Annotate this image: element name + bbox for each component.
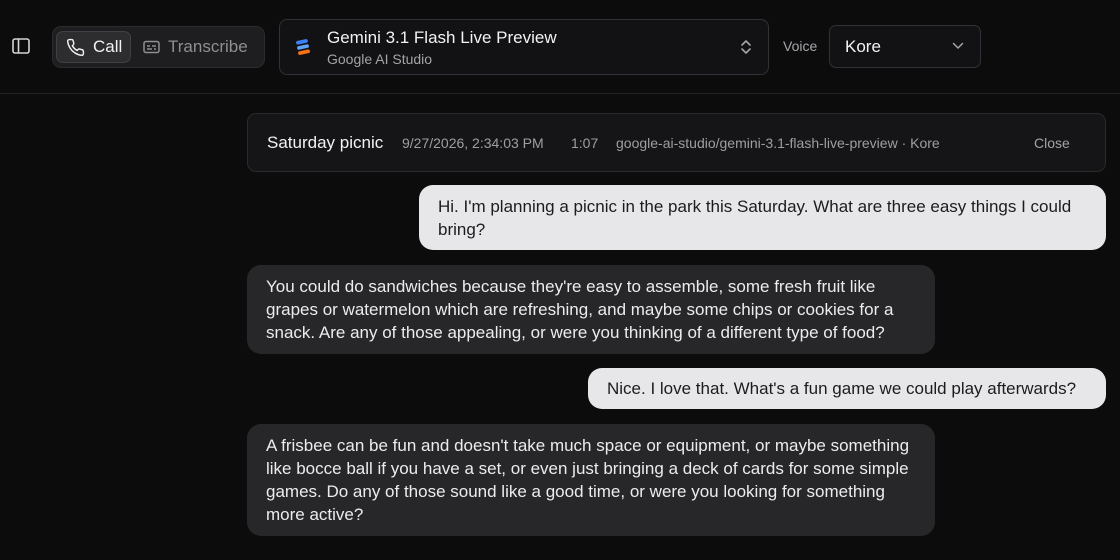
chevron-down-icon [952, 42, 964, 49]
phone-icon [66, 38, 85, 56]
chevron-up-down-icon [741, 40, 751, 54]
transcribe-mode-label: Transcribe [168, 37, 248, 56]
user-message: Hi. I'm planning a picnic in the park th… [419, 185, 1106, 250]
session-title: Saturday picnic [267, 133, 384, 152]
session-model-voice: google-ai-studio/gemini-3.1-flash-live-p… [616, 135, 940, 151]
session-info-card: Saturday picnic 9/27/2026, 2:34:03 PM 1:… [247, 113, 1106, 172]
captions-icon [143, 40, 160, 54]
voice-label: Voice [783, 38, 818, 54]
model-selector[interactable]: Gemini 3.1 Flash Live Preview Google AI … [279, 19, 769, 75]
model-name: Gemini 3.1 Flash Live Preview [327, 28, 557, 47]
mode-toggle-group: Call Transcribe [52, 26, 265, 68]
model-message: A frisbee can be fun and doesn't take mu… [247, 424, 935, 536]
call-mode-label: Call [93, 37, 123, 56]
model-message: You could do sandwiches because they're … [247, 265, 935, 354]
top-bar: Call Transcribe Gemini 3.1 Flash Live Pr… [0, 0, 1120, 94]
user-message: Nice. I love that. What's a fun game we … [588, 368, 1106, 409]
ai-studio-logo-icon [296, 39, 310, 55]
voice-value: Kore [845, 37, 881, 56]
close-button[interactable]: Close [1034, 135, 1070, 151]
sidebar-panel-icon [12, 38, 30, 54]
call-mode-button[interactable]: Call [56, 31, 131, 63]
session-date: 9/27/2026, 2:34:03 PM [402, 135, 544, 151]
sidebar-toggle-button[interactable] [10, 36, 32, 56]
model-provider: Google AI Studio [327, 51, 433, 67]
voice-selector[interactable]: Kore [829, 25, 981, 68]
transcribe-mode-button[interactable]: Transcribe [141, 31, 263, 63]
session-duration: 1:07 [571, 135, 599, 151]
